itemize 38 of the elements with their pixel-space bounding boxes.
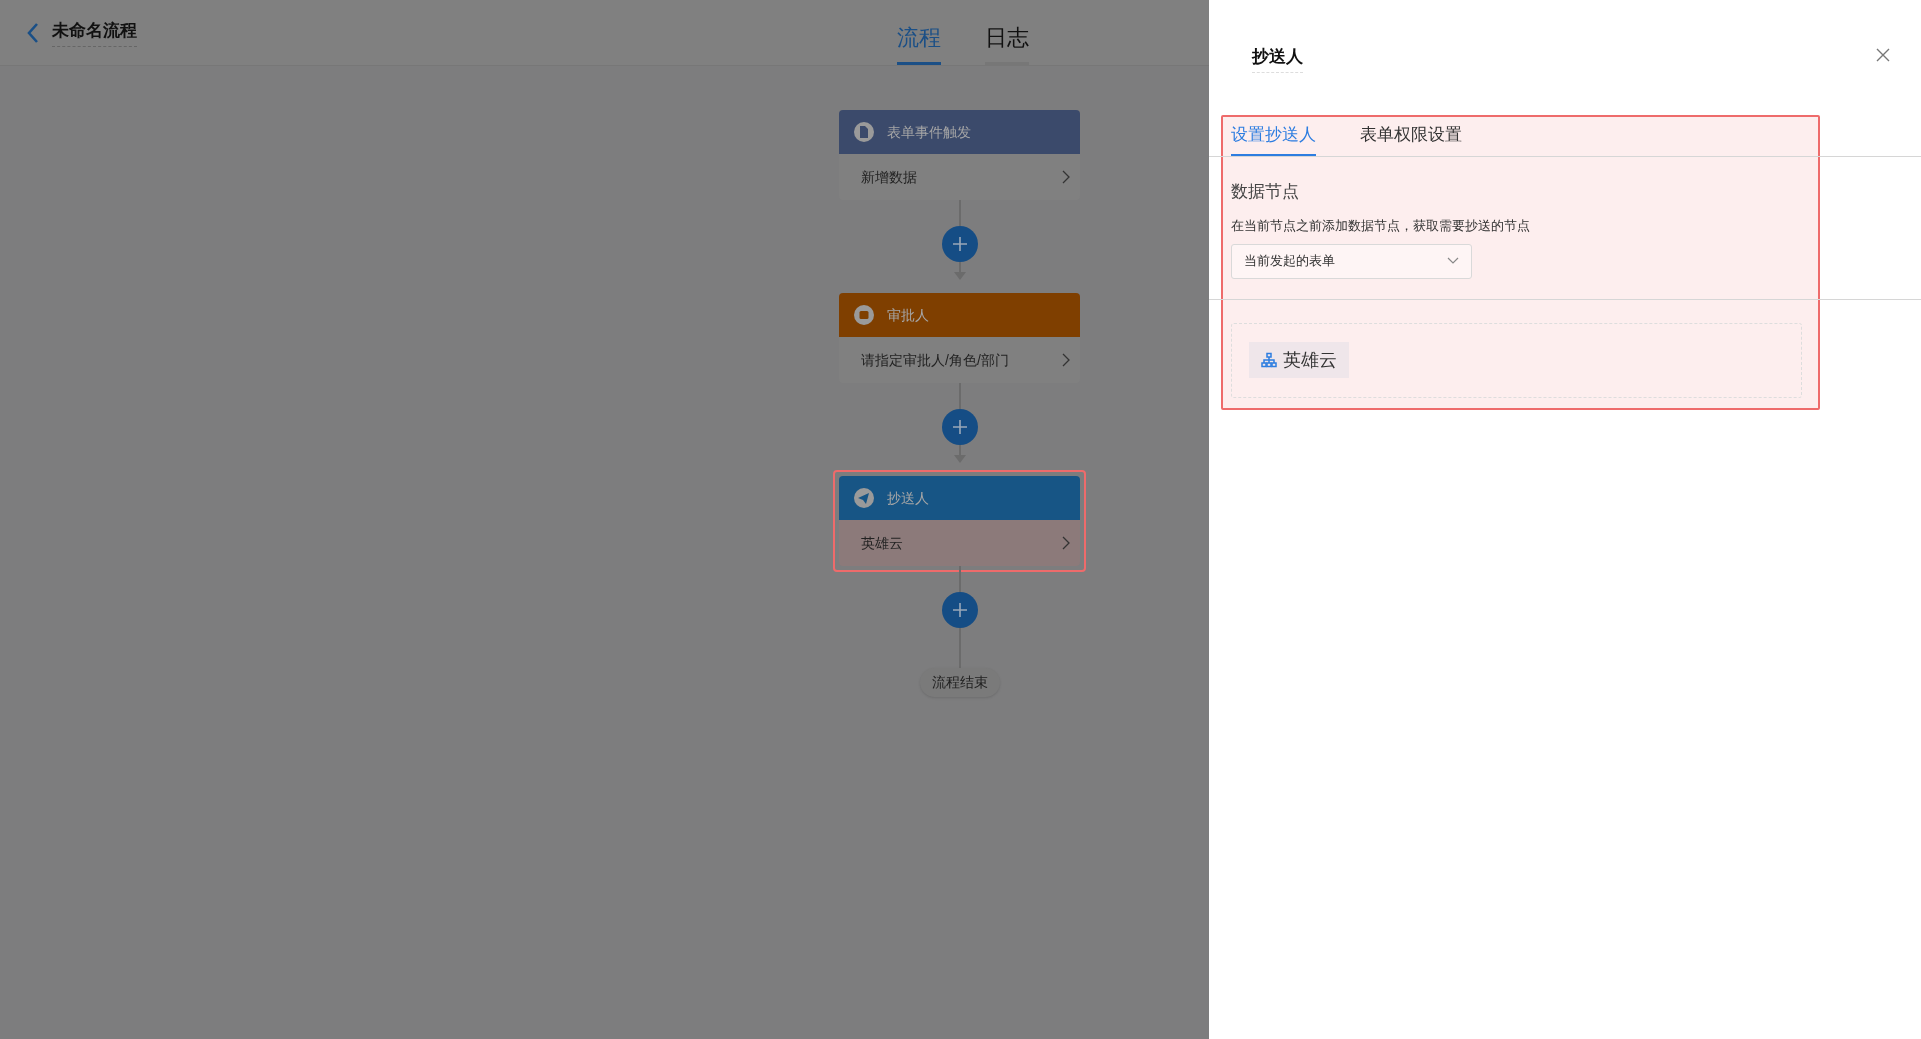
flow-title: 未命名流程 [52, 18, 137, 47]
paper-plane-icon [854, 488, 874, 508]
stamp-icon [854, 305, 874, 325]
panel-title: 抄送人 [1252, 44, 1303, 73]
panel-tab[interactable]: 表单权限设置 [1360, 122, 1462, 156]
flow-node[interactable]: 审批人 请指定审批人/角色/部门 [833, 287, 1086, 389]
add-node-button[interactable] [941, 226, 978, 262]
plus-icon [950, 235, 969, 253]
section-title: 数据节点 [1231, 180, 1300, 203]
node-title: 表单事件触发 [887, 122, 971, 142]
chevron-down-icon [1447, 257, 1459, 265]
close-icon[interactable] [1875, 47, 1891, 63]
add-node-button[interactable] [941, 592, 978, 628]
recipient-chip[interactable]: 英雄云 [1249, 342, 1349, 378]
panel-tab[interactable]: 设置抄送人 [1231, 122, 1316, 156]
flow-node[interactable]: 表单事件触发 新增数据 [833, 104, 1086, 206]
plus-icon [950, 418, 969, 436]
document-icon [854, 122, 874, 142]
org-chart-icon [1261, 352, 1277, 368]
header-tab[interactable]: 流程 [897, 21, 941, 65]
back-icon[interactable] [26, 21, 40, 44]
chevron-right-icon [1062, 536, 1070, 550]
section-description: 在当前节点之前添加数据节点，获取需要抄送的节点 [1231, 217, 1531, 235]
chevron-right-icon [1062, 353, 1070, 367]
chevron-right-icon [1062, 170, 1070, 184]
flow-end-label: 流程结束 [919, 668, 1000, 697]
node-value: 新增数据 [861, 167, 917, 187]
select-value: 当前发起的表单 [1244, 252, 1335, 271]
data-node-select[interactable]: 当前发起的表单 [1231, 243, 1472, 279]
recipient-name: 英雄云 [1283, 348, 1337, 372]
flow-node[interactable]: 抄送人 英雄云 [833, 470, 1086, 572]
header-tab[interactable]: 日志 [985, 21, 1029, 65]
plus-icon [950, 601, 969, 619]
node-title: 抄送人 [887, 488, 929, 508]
node-title: 审批人 [887, 305, 929, 325]
node-value: 请指定审批人/角色/部门 [861, 350, 1009, 370]
node-value: 英雄云 [861, 533, 903, 553]
add-node-button[interactable] [941, 409, 978, 445]
